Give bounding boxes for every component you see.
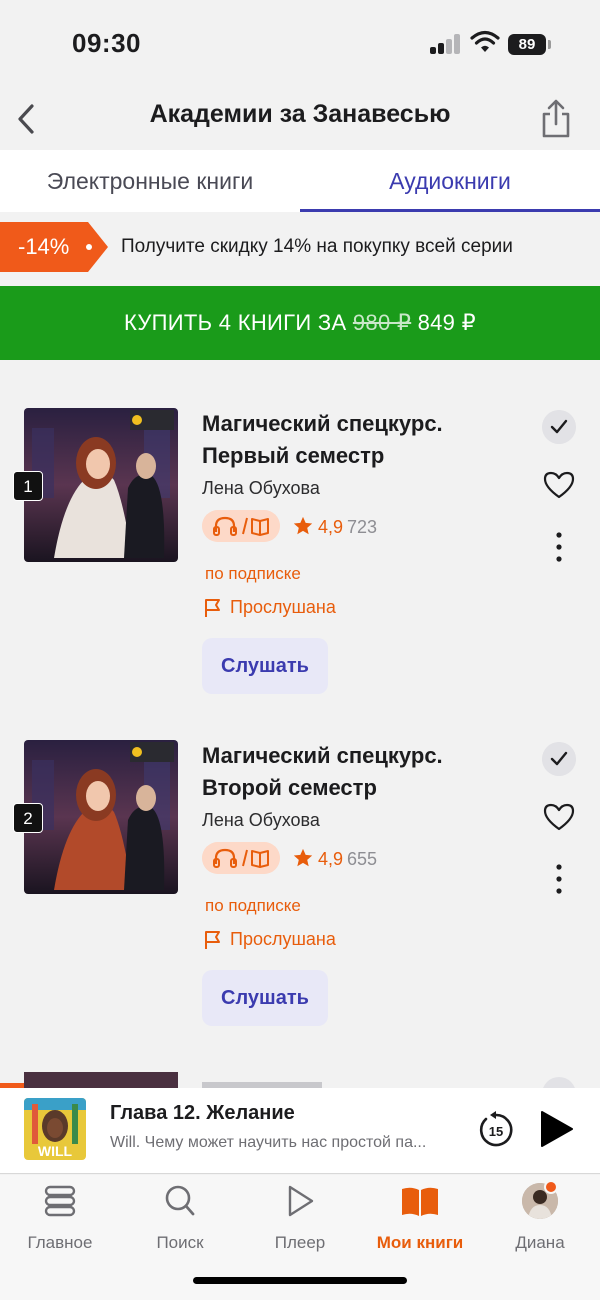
tab-audiobooks[interactable]: Аудиокниги (300, 150, 600, 212)
more-icon[interactable] (550, 862, 568, 896)
now-playing-subtitle: Will. Чему может научить нас простой па.… (110, 1134, 427, 1151)
battery-tip (548, 40, 551, 49)
nav-home[interactable]: Главное (0, 1183, 120, 1253)
series-number-badge: 2 (13, 803, 43, 833)
old-price: 980 ₽ (352, 310, 412, 335)
signal-icon (430, 34, 462, 54)
book-title-line: Магический спецкурс. (202, 743, 443, 768)
next-book-card-peek (0, 1072, 600, 1088)
now-playing-cover-text: WILL (38, 1143, 73, 1159)
listened-status: Прослушана (202, 594, 336, 620)
subscription-label: по подписке (205, 564, 301, 583)
star-icon (293, 516, 313, 535)
subscription-label: по подписке (205, 896, 301, 915)
battery-indicator: 89 (508, 34, 546, 55)
rating-value: 4,9 (318, 849, 344, 869)
back-icon[interactable] (8, 96, 48, 142)
rating-value: 4,9 (318, 517, 344, 537)
active-tab-indicator (300, 209, 600, 212)
flag-icon (205, 599, 220, 618)
book-title-line: Первый семестр (202, 443, 385, 468)
listened-label: Прослушана (230, 597, 336, 617)
mini-player[interactable]: WILL Глава 12. Желание Will. Чему может … (0, 1088, 600, 1174)
home-indicator[interactable] (193, 1277, 407, 1284)
listen-button[interactable]: Слушать (202, 638, 328, 694)
book-title-line: Второй семестр (202, 775, 377, 800)
nav-label: Диана (515, 1233, 565, 1252)
share-icon[interactable] (536, 96, 576, 142)
play-icon[interactable] (536, 1108, 576, 1150)
book-author[interactable]: Лена Обухова (202, 478, 320, 499)
book-cover[interactable] (24, 408, 178, 562)
now-playing-title: Глава 12. Желание (110, 1102, 295, 1124)
wifi-icon (470, 30, 500, 52)
listened-label: Прослушана (230, 929, 336, 949)
tab-ebooks[interactable]: Электронные книги (0, 150, 300, 212)
status-bar: 09:30 89 (0, 0, 600, 90)
nav-search[interactable]: Поиск (120, 1183, 240, 1253)
book-card: 1 Магический спецкурс. Первый семестр Ле… (0, 408, 600, 728)
book-title-line: Магический спецкурс. (202, 411, 443, 436)
check-icon[interactable] (542, 742, 576, 776)
status-time: 09:30 (72, 28, 141, 58)
book-rating: 4,9 655 (292, 845, 377, 873)
play-icon (288, 1185, 314, 1217)
book-title[interactable]: Магический спецкурс. Первый семестр (202, 408, 522, 472)
rewind-15-icon[interactable]: 15 (476, 1110, 516, 1150)
book-card: 2 Магический спецкурс. Второй семестр Ле… (0, 740, 600, 1060)
nav-label: Плеер (274, 1233, 326, 1252)
now-playing-cover[interactable]: WILL (24, 1098, 86, 1160)
buy-button-label: КУПИТЬ 4 КНИГИ ЗА (124, 310, 353, 335)
check-icon[interactable] (542, 410, 576, 444)
book-title[interactable]: Магический спецкурс. Второй семестр (202, 740, 522, 804)
flag-icon (205, 931, 220, 950)
series-discount-banner: -14% Получите скидку 14% на покупку всей… (0, 222, 600, 272)
nav-label: Главное (27, 1233, 93, 1252)
page-title: Академии за Занавесью (149, 100, 451, 128)
audio-ebook-format-icon (202, 842, 280, 874)
search-icon (165, 1185, 195, 1216)
notification-dot (544, 1180, 558, 1194)
more-icon[interactable] (550, 530, 568, 564)
heart-icon[interactable] (542, 802, 576, 832)
rewind-seconds: 15 (489, 1124, 503, 1139)
book-rating: 4,9 723 (292, 513, 377, 541)
nav-profile[interactable]: Диана (480, 1183, 600, 1253)
discount-badge-text: -14% (18, 234, 70, 259)
format-tabs: Электронные книги Аудиокниги (0, 150, 600, 212)
listen-button[interactable]: Слушать (202, 970, 328, 1026)
discount-text: Получите скидку 14% на покупку всей сери… (121, 236, 513, 257)
star-icon (293, 848, 313, 867)
series-number-badge: 1 (13, 471, 43, 501)
nav-my-books[interactable]: Мои книги (360, 1183, 480, 1253)
nav-label: Поиск (156, 1233, 204, 1252)
header: Академии за Занавесью (0, 90, 600, 148)
buy-series-button[interactable]: КУПИТЬ 4 КНИГИ ЗА 980 ₽ 849 ₽ (0, 286, 600, 360)
nav-label: Мои книги (376, 1233, 464, 1252)
listened-status: Прослушана (202, 926, 336, 952)
book-cover[interactable] (24, 740, 178, 894)
heart-icon[interactable] (542, 470, 576, 500)
book-icon (402, 1187, 438, 1216)
book-author[interactable]: Лена Обухова (202, 810, 320, 831)
new-price: 849 ₽ (411, 310, 476, 335)
audio-ebook-format-icon (202, 510, 280, 542)
rating-count: 655 (347, 849, 378, 869)
stack-icon (44, 1185, 76, 1217)
rating-count: 723 (347, 517, 378, 537)
nav-player[interactable]: Плеер (240, 1183, 360, 1253)
